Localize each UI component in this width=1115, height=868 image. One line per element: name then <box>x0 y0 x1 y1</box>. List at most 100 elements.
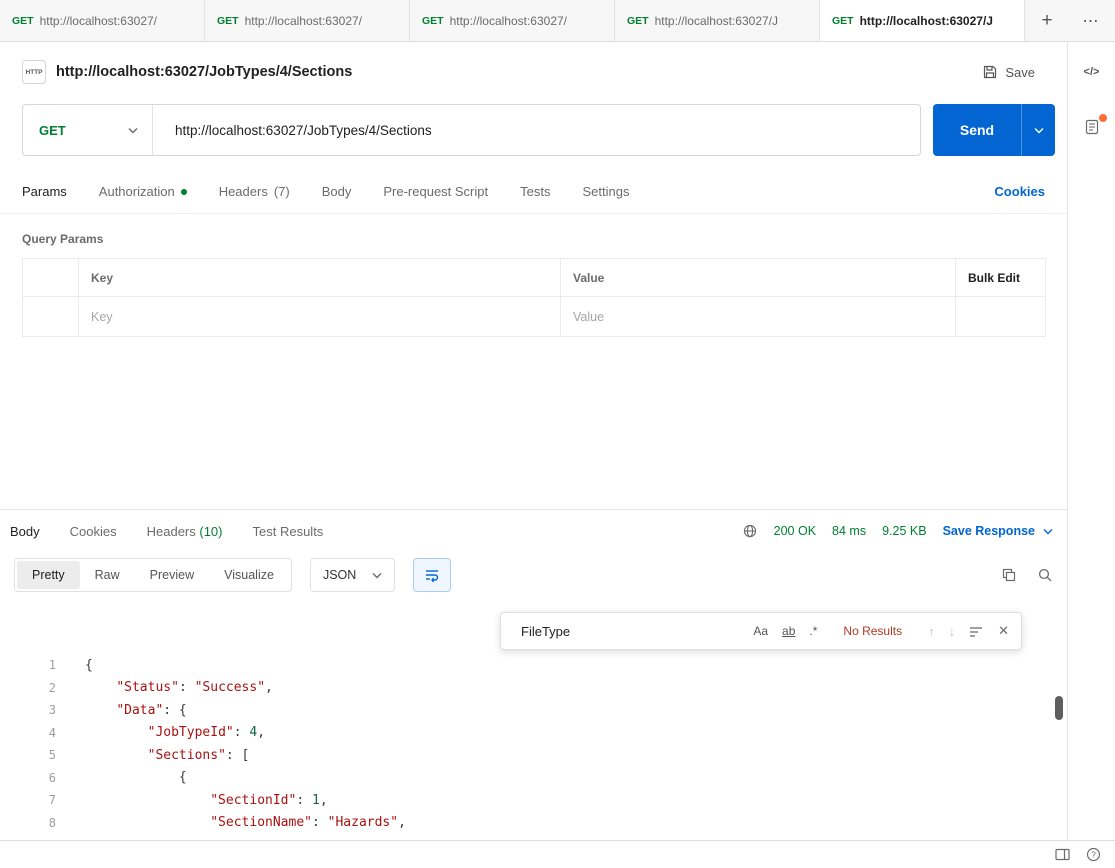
copy-icon[interactable] <box>1001 567 1017 583</box>
code-snippet-icon[interactable]: </> <box>1084 66 1100 78</box>
network-globe-icon[interactable] <box>742 523 758 539</box>
format-select[interactable]: JSON <box>310 558 395 592</box>
param-row: Key Value <box>23 297 1046 337</box>
token: , <box>398 815 406 830</box>
request-tab-body[interactable]: Body <box>322 184 352 199</box>
response-tabs: Body Cookies Headers (10) Test Results <box>10 524 323 539</box>
code-line: 1{ <box>0 654 1067 677</box>
token: "Sections" <box>148 748 226 763</box>
tab-label: Body <box>10 524 40 539</box>
token: "Status" <box>116 680 179 695</box>
response-tab-body[interactable]: Body <box>10 524 40 539</box>
request-tab-authorization[interactable]: Authorization <box>99 184 187 199</box>
method-select[interactable]: GET <box>23 105 153 155</box>
open-request-tab[interactable]: GEThttp://localhost:63027/ <box>205 0 410 41</box>
status-badge[interactable]: 200 OK <box>774 524 816 538</box>
response-tab-test-results[interactable]: Test Results <box>253 524 324 539</box>
token <box>85 770 179 785</box>
line-content: "SectionName": "Hazards", <box>56 815 406 830</box>
request-title: http://localhost:63027/JobTypes/4/Sectio… <box>56 64 962 80</box>
line-number: 1 <box>0 658 56 672</box>
notification-dot <box>1099 114 1107 122</box>
token <box>85 703 116 718</box>
param-key-input[interactable]: Key <box>79 297 561 337</box>
more-tabs-button[interactable]: ⋯ <box>1069 0 1113 41</box>
http-request-icon: HTTP <box>22 60 46 84</box>
tab-label: Headers <box>219 184 268 199</box>
open-request-tab[interactable]: GEThttp://localhost:63027/J <box>820 0 1025 41</box>
request-tab-headers[interactable]: Headers(7) <box>219 184 290 199</box>
line-number: 8 <box>0 816 56 830</box>
tab-label: Test Results <box>253 524 324 539</box>
help-icon[interactable]: ? <box>1086 847 1101 862</box>
documentation-icon[interactable] <box>1083 118 1101 139</box>
column-header-value: Value <box>561 259 956 297</box>
line-content: "SectionId": 1, <box>56 793 328 808</box>
open-request-tab[interactable]: GEThttp://localhost:63027/ <box>0 0 205 41</box>
close-search-button[interactable]: ✕ <box>998 623 1009 639</box>
save-icon <box>982 64 998 80</box>
previous-match-button[interactable]: ↑ <box>928 624 935 639</box>
token: : { <box>163 703 186 718</box>
response-size[interactable]: 9.25 KB <box>882 524 926 538</box>
open-request-tab[interactable]: GEThttp://localhost:63027/ <box>410 0 615 41</box>
token: , <box>257 725 265 740</box>
token: "JobTypeId" <box>148 725 234 740</box>
find-input[interactable]: FileType <box>521 624 739 639</box>
search-options-icon[interactable] <box>969 625 984 638</box>
query-params-header-row: Key Value Bulk Edit <box>23 259 1046 297</box>
send-button[interactable]: Send <box>933 104 1055 156</box>
find-bar: FileType Aa ab .* No Results ↑ ↓ ✕ <box>500 612 1022 650</box>
line-number: 7 <box>0 793 56 807</box>
panes-layout-icon[interactable] <box>1055 848 1070 861</box>
scrollbar-thumb[interactable] <box>1055 696 1063 720</box>
tab-label: Cookies <box>70 524 117 539</box>
search-results-label: No Results <box>843 624 902 638</box>
empty-space <box>0 337 1067 509</box>
save-button[interactable]: Save <box>972 58 1045 86</box>
code-line: 5 "Sections": [ <box>0 744 1067 767</box>
view-tab-preview[interactable]: Preview <box>135 561 209 589</box>
next-match-button[interactable]: ↓ <box>949 624 956 639</box>
tab-label: Tests <box>520 184 550 199</box>
token: : <box>312 815 328 830</box>
search-icon[interactable] <box>1037 567 1053 583</box>
view-tab-visualize[interactable]: Visualize <box>209 561 289 589</box>
main-area: HTTP http://localhost:63027/JobTypes/4/S… <box>0 42 1115 840</box>
code-line: 3 "Data": { <box>0 699 1067 722</box>
token: "Data" <box>116 703 163 718</box>
request-tab-settings[interactable]: Settings <box>582 184 629 199</box>
token: , <box>265 680 273 695</box>
code-line: 2 "Status": "Success", <box>0 677 1067 700</box>
url-input[interactable]: http://localhost:63027/JobTypes/4/Sectio… <box>153 105 920 155</box>
param-value-input[interactable]: Value <box>561 297 956 337</box>
request-tabs: Params Authorization Headers(7) Body Pre-req… <box>22 184 629 199</box>
token: : <box>179 680 195 695</box>
new-tab-button[interactable]: + <box>1025 0 1069 41</box>
regex-button[interactable]: .* <box>809 624 817 638</box>
tab-url-label: http://localhost:63027/ <box>40 14 157 28</box>
send-options-button[interactable] <box>1021 104 1055 156</box>
save-response-button[interactable]: Save Response <box>943 524 1053 538</box>
response-tab-headers[interactable]: Headers (10) <box>147 524 223 539</box>
query-params-table: Key Value Bulk Edit Key Value <box>22 258 1046 337</box>
request-tab-tests[interactable]: Tests <box>520 184 550 199</box>
tab-bar: GEThttp://localhost:63027/GEThttp://loca… <box>0 0 1115 42</box>
match-case-button[interactable]: Aa <box>753 624 768 638</box>
request-tab-params[interactable]: Params <box>22 184 67 199</box>
view-tab-raw[interactable]: Raw <box>80 561 135 589</box>
code-line: 4 "JobTypeId": 4, <box>0 722 1067 745</box>
bulk-edit-button[interactable]: Bulk Edit <box>956 259 1046 297</box>
line-content: "Data": { <box>56 703 187 718</box>
tab-label: Settings <box>582 184 629 199</box>
response-time[interactable]: 84 ms <box>832 524 866 538</box>
open-request-tab[interactable]: GEThttp://localhost:63027/J <box>615 0 820 41</box>
view-switcher: PrettyRawPreviewVisualize <box>14 558 292 592</box>
request-tab-pre-request-script[interactable]: Pre-request Script <box>383 184 488 199</box>
cookies-link[interactable]: Cookies <box>994 184 1045 199</box>
wrap-lines-button[interactable] <box>413 558 451 592</box>
view-tab-pretty[interactable]: Pretty <box>17 561 80 589</box>
response-tab-cookies[interactable]: Cookies <box>70 524 117 539</box>
whole-word-button[interactable]: ab <box>782 624 795 638</box>
line-content: "Status": "Success", <box>56 680 273 695</box>
